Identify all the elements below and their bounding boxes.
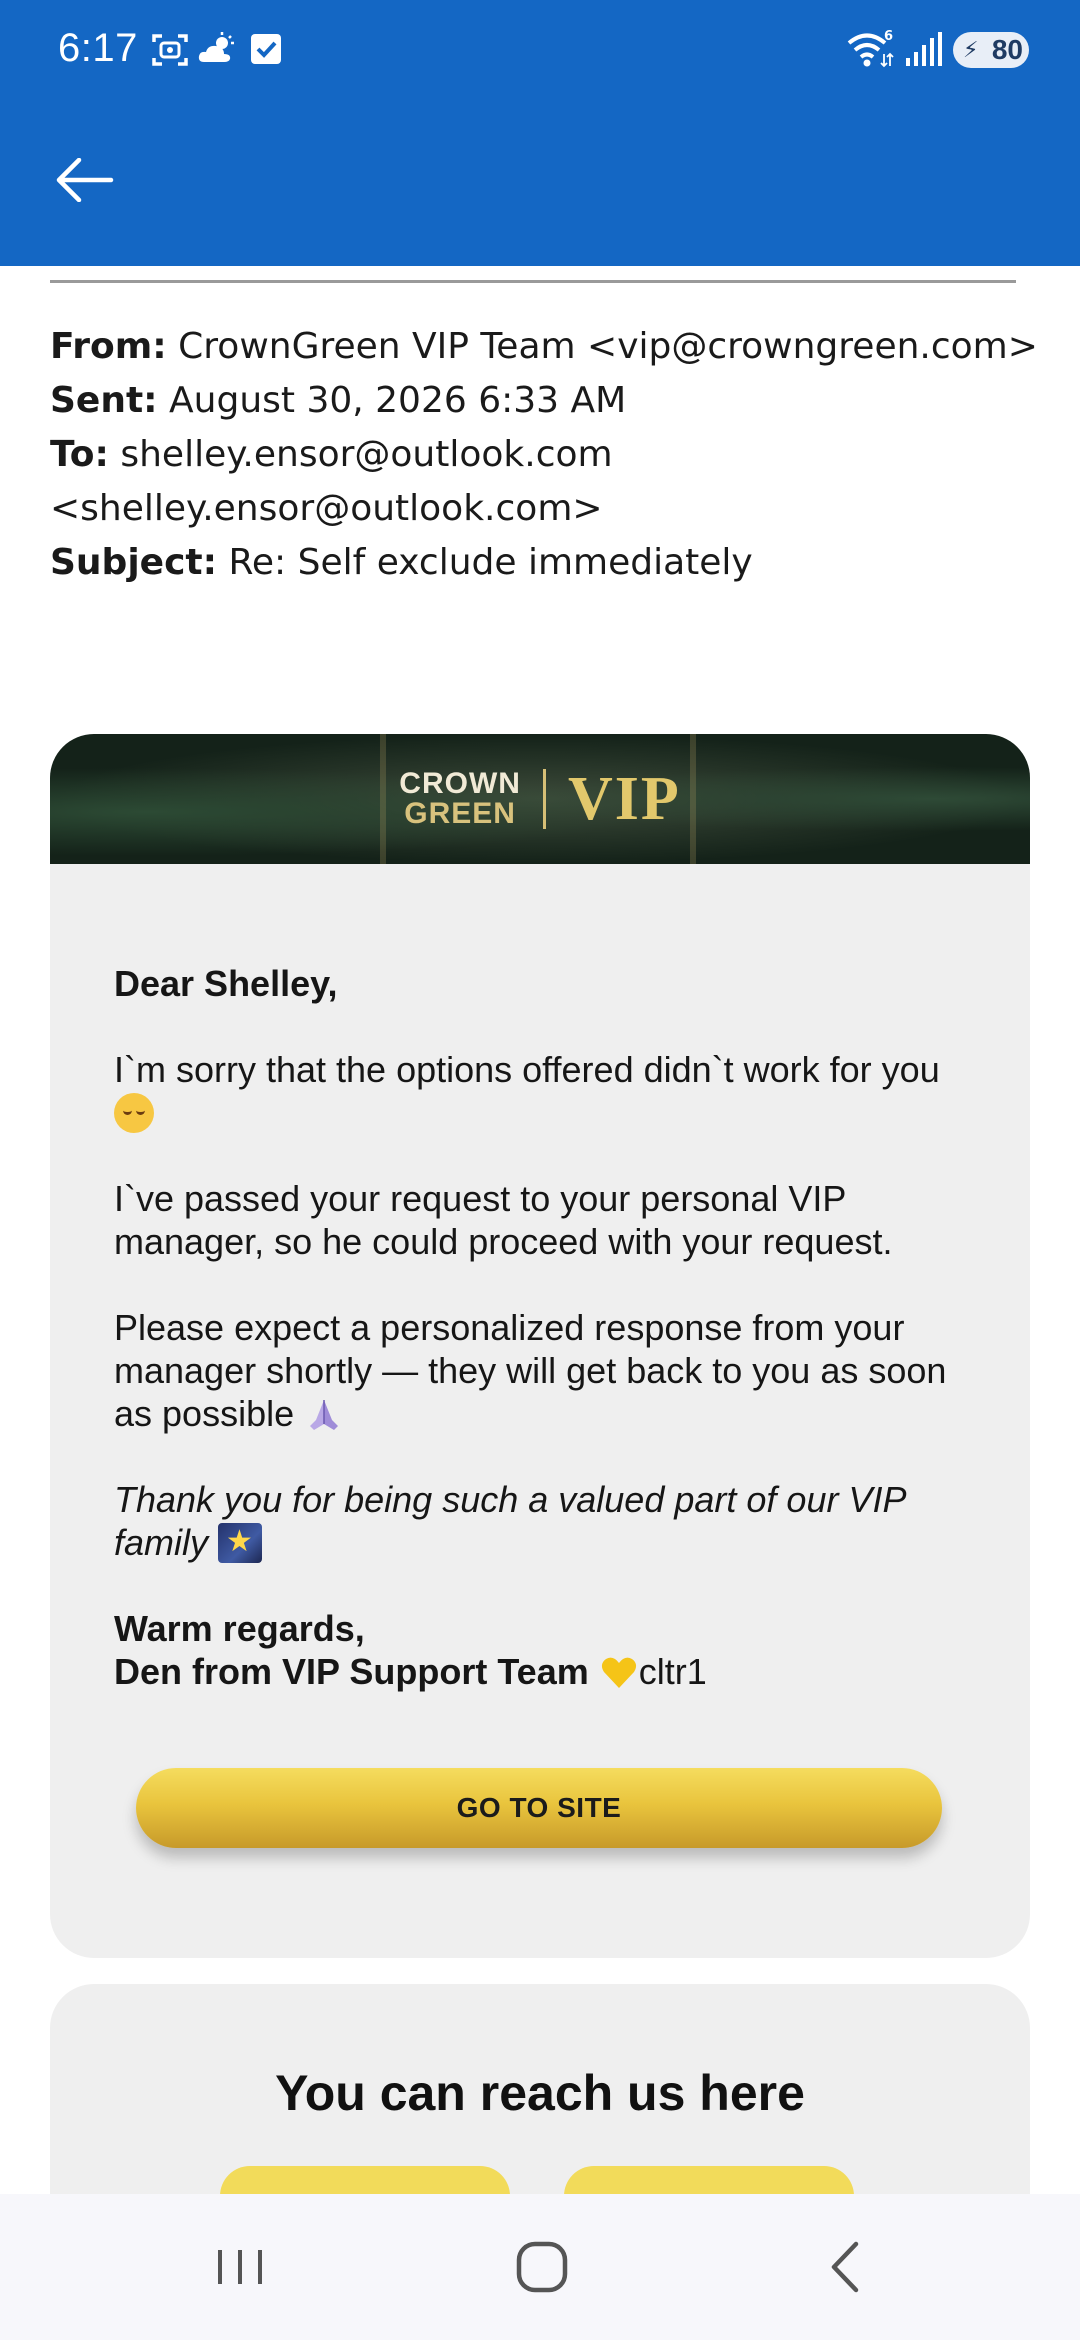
sent-line: Sent: August 30, 2026 6:33 AM xyxy=(50,374,1040,428)
folded-hands-icon xyxy=(310,1400,339,1430)
system-nav-bar xyxy=(0,2194,1080,2340)
screenshot-icon xyxy=(152,34,188,66)
paragraph-2: I`ve passed your request to your persona… xyxy=(114,1178,893,1262)
back-icon[interactable] xyxy=(806,2234,886,2300)
from-line: From: CrownGreen VIP Team <vip@crowngree… xyxy=(50,320,1040,374)
paragraph-3: Please expect a personalized response fr… xyxy=(114,1306,994,1435)
sign-off-1: Warm regards, xyxy=(114,1608,365,1649)
sign-off-tail: cltr1 xyxy=(638,1651,707,1692)
greeting: Dear Shelley, xyxy=(114,963,338,1004)
logo-wordmark: CROWN GREEN xyxy=(399,769,521,829)
app-header: 6:17 6 ⚡ 80 xyxy=(0,0,1080,266)
logo-line-2: GREEN xyxy=(404,797,516,830)
subject-label: Subject: xyxy=(50,542,218,583)
contact-title: You can reach us here xyxy=(275,2065,805,2121)
checkbox-icon xyxy=(251,34,281,64)
logo-vip: VIP xyxy=(567,764,681,833)
relieved-face-icon xyxy=(114,1093,154,1133)
sign-off: Warm regards, Den from VIP Support Team … xyxy=(114,1607,994,1693)
go-to-site-button[interactable]: GO TO SITE xyxy=(136,1768,942,1848)
message-body: Dear Shelley, I`m sorry that the options… xyxy=(114,962,994,1693)
quote-divider xyxy=(50,280,1016,283)
battery-icon: ⚡ 80 xyxy=(953,32,1029,68)
email-meta: From: CrownGreen VIP Team <vip@crowngree… xyxy=(50,320,1040,590)
to-value-address[interactable]: <shelley.ensor@outlook.com> xyxy=(50,488,603,529)
sent-value: August 30, 2026 6:33 AM xyxy=(169,380,627,421)
to-value[interactable]: shelley.ensor@outlook.com xyxy=(120,434,612,475)
paragraph-4: Thank you for being such a valued part o… xyxy=(114,1478,994,1564)
from-label: From: xyxy=(50,326,167,367)
shooting-star-icon xyxy=(218,1523,263,1563)
home-icon[interactable] xyxy=(502,2234,582,2300)
vip-banner: CROWN GREEN VIP xyxy=(50,734,1030,864)
paragraph-1-text: I`m sorry that the options offered didn`… xyxy=(114,1049,940,1090)
sign-off-2: Den from VIP Support Team xyxy=(114,1651,589,1692)
subject-line: Subject: Re: Self exclude immediately xyxy=(50,536,1040,590)
subject-value: Re: Self exclude immediately xyxy=(228,542,753,583)
from-value: CrownGreen VIP Team <vip@crowngreen.com> xyxy=(178,326,1038,367)
sent-label: Sent: xyxy=(50,380,158,421)
battery-level: 80 xyxy=(991,34,1023,65)
status-bar: 6:17 6 ⚡ 80 xyxy=(0,0,1080,100)
back-button[interactable] xyxy=(50,150,120,210)
wifi-6-icon: 6 xyxy=(847,29,894,68)
svg-text:6: 6 xyxy=(884,29,893,44)
to-line: To: shelley.ensor@outlook.com xyxy=(50,428,1040,482)
email-card: CROWN GREEN VIP Dear Shelley, I`m sorry … xyxy=(50,734,1030,1958)
yellow-heart-icon xyxy=(601,1657,636,1688)
to-label: To: xyxy=(50,434,109,475)
paragraph-3-text: Please expect a personalized response fr… xyxy=(114,1307,947,1434)
paragraph-1: I`m sorry that the options offered didn`… xyxy=(114,1048,994,1134)
signal-icon xyxy=(906,32,942,66)
logo-divider xyxy=(542,769,546,829)
status-time: 6:17 xyxy=(58,26,138,70)
crowngreen-vip-logo: CROWN GREEN VIP xyxy=(50,734,1030,864)
charging-bolt-icon: ⚡ xyxy=(963,37,979,62)
arrow-left-icon xyxy=(56,158,114,202)
logo-line-1: CROWN xyxy=(399,767,521,800)
to-line-2: <shelley.ensor@outlook.com> xyxy=(50,482,1040,536)
recent-apps-icon[interactable] xyxy=(200,2234,280,2300)
weather-cloud-icon xyxy=(198,32,234,62)
